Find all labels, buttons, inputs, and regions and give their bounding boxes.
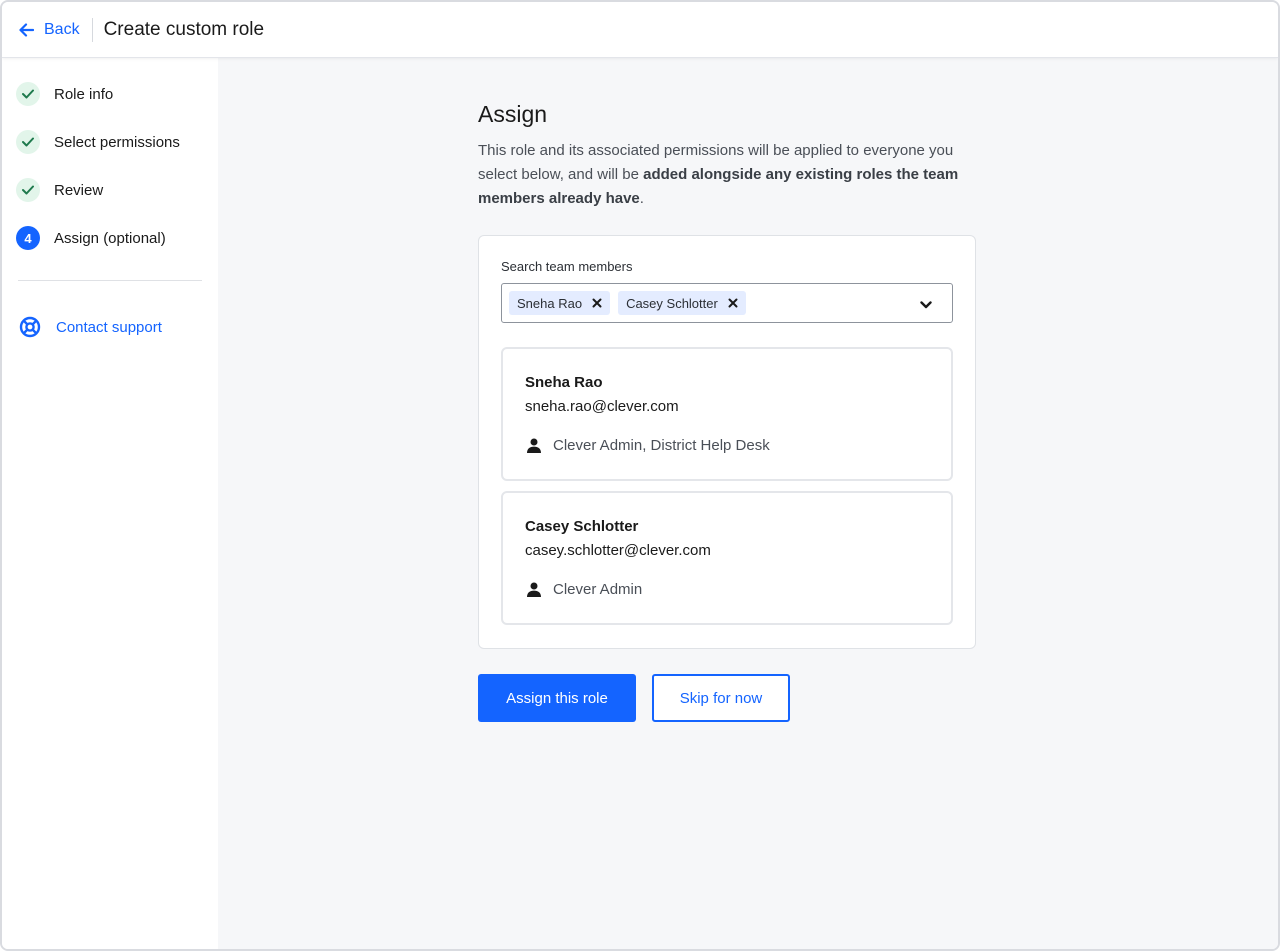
skip-button[interactable]: Skip for now	[652, 674, 790, 722]
back-button[interactable]: Back	[18, 21, 80, 39]
section-description: This role and its associated permissions…	[478, 139, 978, 211]
step-label: Role info	[54, 85, 114, 103]
step-assign[interactable]: 4 Assign (optional)	[16, 226, 166, 250]
remove-chip-icon[interactable]	[728, 298, 738, 308]
member-email: casey.schlotter@clever.com	[525, 542, 711, 559]
step-role-info[interactable]: Role info	[16, 82, 113, 106]
header-divider	[91, 17, 93, 42]
member-name: Sneha Rao	[525, 374, 603, 391]
search-label: Search team members	[501, 259, 633, 274]
step-review[interactable]: Review	[16, 178, 103, 202]
remove-chip-icon[interactable]	[592, 298, 602, 308]
assign-role-button[interactable]: Assign this role	[478, 674, 636, 722]
person-icon	[527, 438, 541, 453]
selected-member-chip: Casey Schlotter	[618, 291, 746, 315]
chip-label: Casey Schlotter	[626, 295, 718, 311]
check-icon	[16, 130, 40, 154]
member-name: Casey Schlotter	[525, 518, 639, 535]
stepper-sidebar: Role info Select permissions Review 4 As…	[2, 58, 218, 949]
chevron-down-icon[interactable]	[920, 297, 932, 315]
lifebuoy-icon	[19, 316, 41, 338]
step-label: Assign (optional)	[54, 229, 166, 247]
team-member-search-input[interactable]: Sneha Rao Casey Schlotter	[501, 283, 953, 323]
arrow-left-icon	[19, 22, 34, 37]
top-bar: Back Create custom role	[2, 2, 1278, 58]
support-label: Contact support	[56, 318, 162, 336]
sidebar-divider	[18, 280, 202, 281]
contact-support-link[interactable]: Contact support	[18, 315, 162, 339]
member-email: sneha.rao@clever.com	[525, 398, 679, 415]
check-icon	[16, 178, 40, 202]
check-icon	[16, 82, 40, 106]
step-number-badge: 4	[16, 226, 40, 250]
member-roles-text: Clever Admin	[553, 581, 643, 598]
step-select-permissions[interactable]: Select permissions	[16, 130, 180, 154]
page-title: Create custom role	[103, 18, 265, 40]
app-window: Back Create custom role Role info Select…	[0, 0, 1280, 951]
assign-card: Search team members Sneha Rao Casey Schl…	[478, 235, 976, 649]
section-heading: Assign	[478, 101, 548, 127]
back-label: Back	[44, 20, 80, 38]
member-roles-text: Clever Admin, District Help Desk	[553, 437, 770, 454]
member-roles: Clever Admin, District Help Desk	[527, 437, 770, 454]
step-label: Review	[54, 181, 104, 199]
member-card: Sneha Rao sneha.rao@clever.com Clever Ad…	[501, 347, 953, 481]
main-content: Assign This role and its associated perm…	[218, 58, 1278, 949]
description-end: .	[639, 190, 644, 207]
member-roles: Clever Admin	[527, 581, 642, 598]
member-card: Casey Schlotter casey.schlotter@clever.c…	[501, 491, 953, 625]
chip-label: Sneha Rao	[517, 295, 583, 311]
step-label: Select permissions	[54, 133, 180, 151]
person-icon	[527, 582, 541, 597]
selected-member-chip: Sneha Rao	[509, 291, 611, 315]
